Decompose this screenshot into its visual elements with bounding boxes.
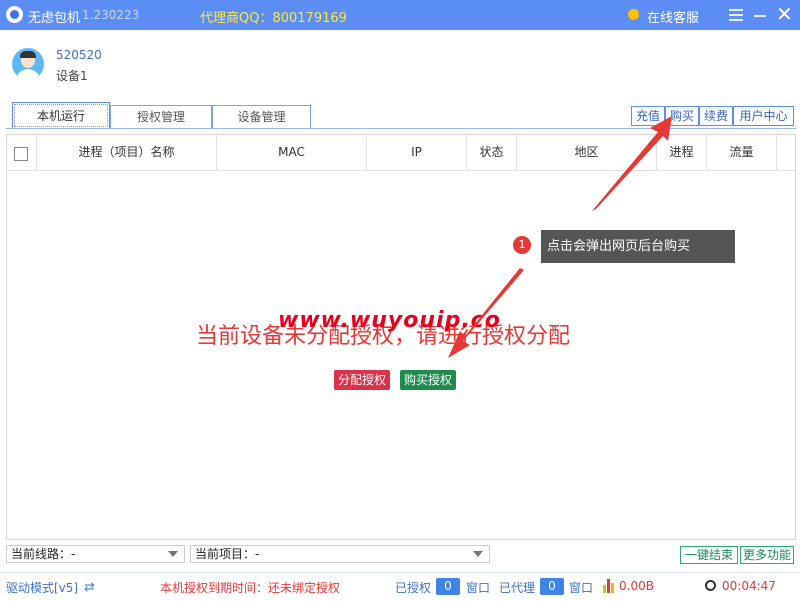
proxied-label: 已代理 [499, 581, 536, 595]
app-name: 无虑包机 [28, 11, 81, 26]
project-select[interactable]: 当前项目：- [190, 545, 490, 563]
user-center-button[interactable]: 用户中心 [733, 106, 794, 126]
tab-license-management[interactable]: 授权管理 [110, 105, 212, 128]
table-header: 进程（项目）名称 MAC IP 状态 地区 进程 流量 [7, 135, 795, 171]
authorized-count-badge: 0 [436, 578, 460, 595]
line-select[interactable]: 当前线路：- [6, 545, 185, 563]
app-version: 1.230223 [82, 8, 140, 22]
recharge-button[interactable]: 充值 [631, 106, 665, 126]
column-ip[interactable]: IP [367, 135, 467, 170]
agent-qq: 代理商QQ：800179169 [200, 11, 347, 26]
license-expire-text: 本机授权到期时间：还未绑定授权 [160, 581, 341, 595]
driver-mode[interactable]: 驱动模式[v5] [6, 579, 78, 596]
select-all-checkbox[interactable] [14, 147, 28, 161]
avatar [12, 48, 44, 80]
minimize-icon[interactable] [754, 15, 766, 17]
app-logo-icon [6, 6, 23, 23]
menu-icon[interactable] [729, 9, 743, 21]
headset-icon[interactable] [628, 9, 639, 20]
column-region[interactable]: 地区 [517, 135, 657, 170]
sync-icon[interactable]: ⇄ [84, 580, 95, 595]
traffic-value: 0.00B [619, 579, 654, 593]
window-label-1: 窗口 [466, 581, 491, 595]
watermark: www.wuyouip.co [278, 308, 501, 333]
proxied-count-badge: 0 [540, 578, 564, 595]
tooltip-number: 1 [513, 236, 531, 254]
tab-local-run[interactable]: 本机运行 [12, 102, 110, 129]
title-bar: 无虑包机 1.230223 代理商QQ：800179169 在线客服 ✕ [0, 0, 800, 30]
chevron-down-icon [473, 551, 483, 557]
chevron-down-icon [168, 551, 178, 557]
column-traffic[interactable]: 流量 [707, 135, 777, 170]
tab-device-management[interactable]: 设备管理 [212, 105, 311, 128]
timer-value: 00:04:47 [722, 579, 776, 593]
username: 520520 [56, 48, 102, 62]
column-process[interactable]: 进程 [657, 135, 707, 170]
assign-license-button[interactable]: 分配授权 [334, 370, 390, 390]
more-functions-button[interactable]: 更多功能 [740, 546, 794, 564]
device-name: 设备1 [56, 69, 88, 83]
status-bar: 驱动模式[v5] ⇄ 本机授权到期时间：还未绑定授权 已授权 0 窗口 已代理 … [0, 572, 800, 601]
select-all-cell [7, 135, 37, 170]
renew-button[interactable]: 续费 [699, 106, 733, 126]
close-icon[interactable]: ✕ [776, 4, 793, 24]
column-status[interactable]: 状态 [467, 135, 517, 170]
authorized-label: 已授权 [395, 581, 432, 595]
buy-license-button[interactable]: 购买授权 [400, 370, 456, 390]
clock-icon [705, 580, 716, 591]
line-select-value: 当前线路：- [11, 547, 76, 561]
tooltip: 点击会弹出网页后台购买 [541, 230, 735, 263]
column-process-name[interactable]: 进程（项目）名称 [37, 135, 217, 170]
window-label-2: 窗口 [569, 581, 594, 595]
project-select-value: 当前项目：- [195, 547, 260, 561]
column-mac[interactable]: MAC [217, 135, 367, 170]
tab-divider [6, 128, 796, 129]
online-support-link[interactable]: 在线客服 [647, 7, 699, 26]
buy-button[interactable]: 购买 [665, 106, 699, 126]
traffic-icon [603, 579, 614, 593]
end-all-button[interactable]: 一键结束 [680, 546, 738, 564]
